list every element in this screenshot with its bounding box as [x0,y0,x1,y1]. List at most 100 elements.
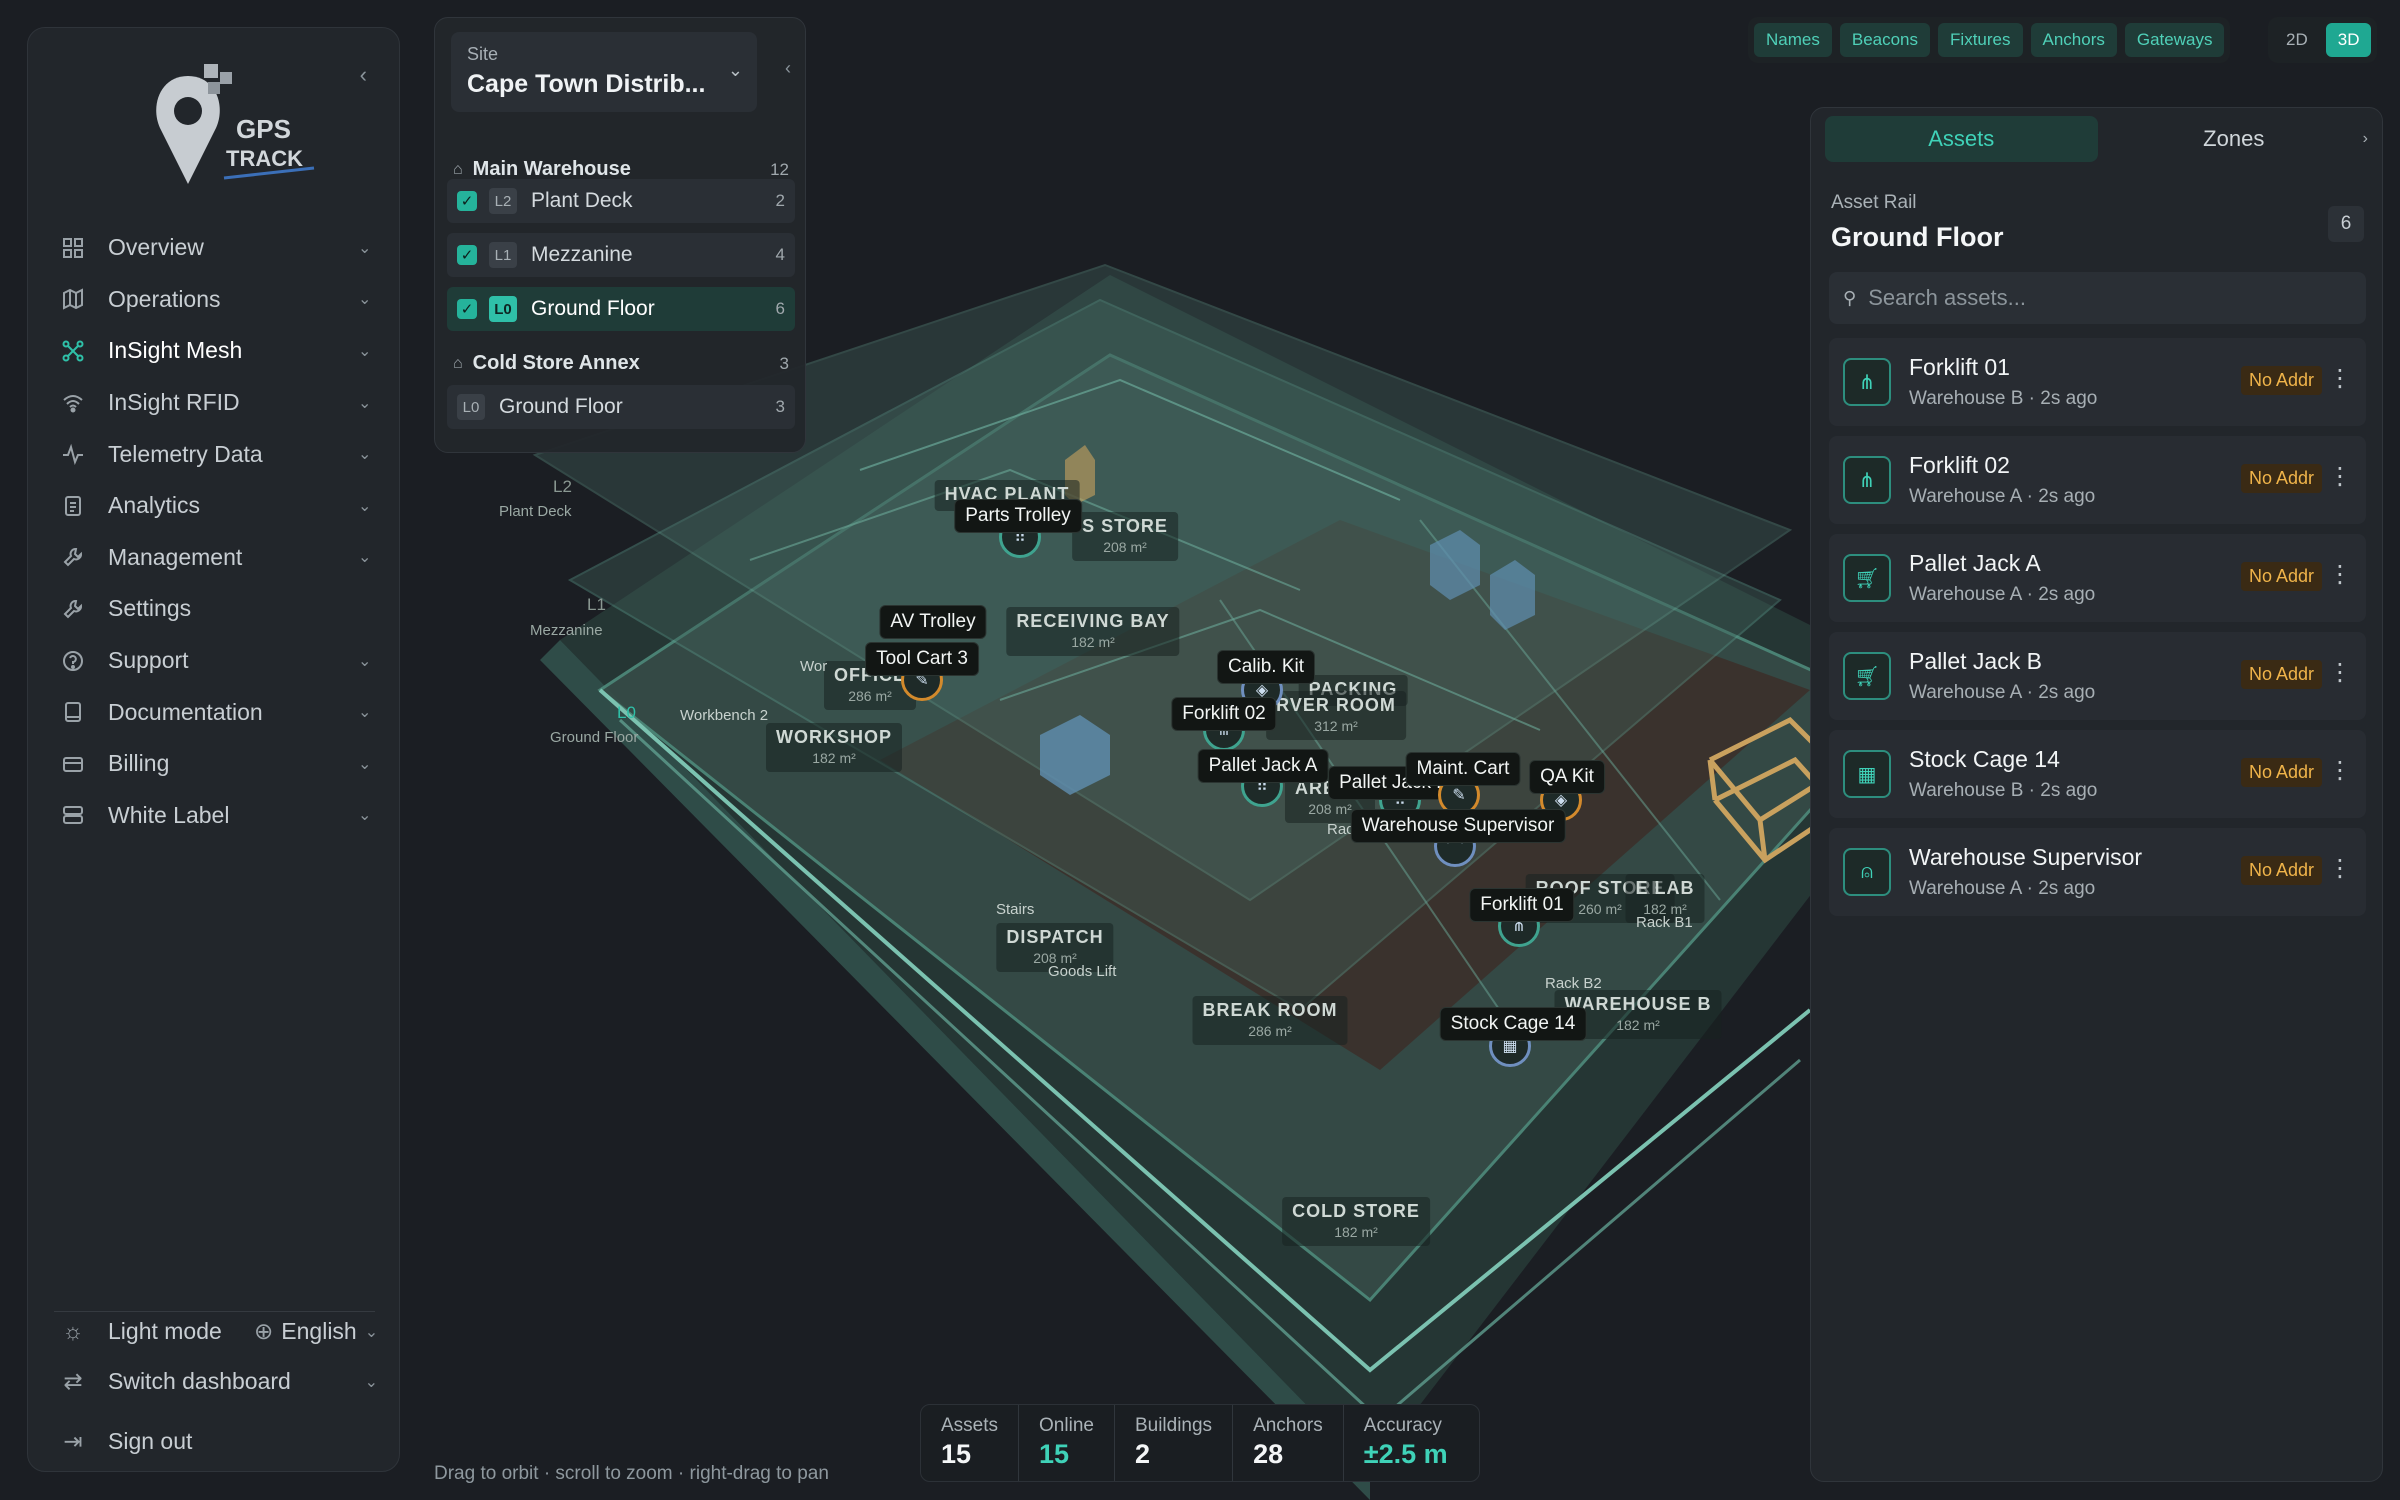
rail-kicker: Asset Rail [1831,192,1917,213]
chevron-down-icon: ⌄ [358,291,372,309]
toggle-gateways[interactable]: Gateways [2124,23,2225,57]
stat-label: Online [1039,1415,1094,1436]
asset-name: Pallet Jack B [1909,648,2042,674]
tab-assets[interactable]: Assets [1825,116,2098,162]
tab-zones[interactable]: Zones [2098,116,2371,162]
checkbox-checked-icon[interactable]: ✓ [457,191,477,211]
building-cold-store-annex[interactable]: ⌂ Cold Store Annex 3 [453,352,789,375]
asset-tag[interactable]: Parts Trolley [954,499,1082,533]
sidebar-item-documentation[interactable]: Documentation ⌄ [58,686,378,738]
search-input[interactable] [1868,285,2349,311]
asset-tag[interactable]: Warehouse Supervisor [1350,809,1566,843]
layer-toggles: Names Beacons Fixtures Anchors Gateways [1748,17,2231,63]
checkbox-checked-icon[interactable]: ✓ [457,299,477,319]
asset-tag[interactable]: Tool Cart 3 [865,642,979,676]
floor-row-active[interactable]: ✓ L0 Ground Floor 6 [447,287,795,331]
zone-label[interactable]: WORKSHOP 182 m² [766,723,902,772]
site-panel-collapse-icon[interactable]: ‹ [785,58,791,79]
globe-icon: ⊕ [254,1318,274,1344]
zone-label[interactable]: RECEIVING BAY 182 m² [1006,607,1180,656]
stat-label: Buildings [1134,1415,1213,1436]
asset-card[interactable]: 🛒︎ Pallet Jack A Warehouse A · 2s ago No… [1829,534,2366,622]
sidebar-item-billing[interactable]: Billing ⌄ [58,738,378,790]
floor-row[interactable]: L0 Ground Floor 3 [447,385,795,429]
sidebar-collapse-icon[interactable]: ‹ [360,62,367,88]
more-icon[interactable]: ⋮ [2328,462,2352,491]
wrench-icon [58,594,88,624]
floor-count: 3 [775,397,785,416]
asset-search: ⚲ [1829,272,2366,324]
checkbox-checked-icon[interactable]: ✓ [457,245,477,265]
navigation-hint: Drag to orbit · scroll to zoom · right-d… [434,1463,829,1484]
toggle-anchors[interactable]: Anchors [2030,23,2117,57]
sidebar-item-support[interactable]: Support ⌄ [58,635,378,687]
chevron-right-icon[interactable]: › [2363,130,2368,148]
view-2d-button[interactable]: 2D [2274,23,2320,57]
sidebar-item-insight-mesh[interactable]: InSight Mesh ⌄ [58,325,378,377]
sidebar-item-insight-rfid[interactable]: InSight RFID ⌄ [58,377,378,429]
sidebar-item-overview[interactable]: Overview ⌄ [58,222,378,274]
light-mode-toggle[interactable]: ☼ Light mode [58,1318,221,1345]
site-select[interactable]: Site Cape Town Distrib... ⌄ [451,32,757,112]
asset-tag[interactable]: Calib. Kit [1216,650,1316,684]
sidebar-item-settings[interactable]: Settings [58,583,378,635]
floor-row[interactable]: ✓ L2 Plant Deck 2 [447,179,795,223]
more-icon[interactable]: ⋮ [2328,560,2352,589]
more-icon[interactable]: ⋮ [2328,364,2352,393]
chevron-down-icon: ⌄ [358,704,372,722]
sidebar-item-management[interactable]: Management ⌄ [58,532,378,584]
toggle-fixtures[interactable]: Fixtures [1938,23,2023,57]
asset-tag[interactable]: AV Trolley [879,605,987,639]
sign-out-label: Sign out [108,1428,193,1454]
switch-dashboard-button[interactable]: ⇄ Switch dashboard ⌄ [58,1368,378,1395]
level-badge: L0 [489,296,517,322]
site-value: Cape Town Distrib... [467,70,706,98]
sidebar-item-operations[interactable]: Operations ⌄ [58,274,378,326]
asset-tag[interactable]: QA Kit [1529,760,1605,794]
asset-card[interactable]: ⋔ Forklift 01 Warehouse B · 2s ago No Ad… [1829,338,2366,426]
asset-card[interactable]: ⋔ Forklift 02 Warehouse A · 2s ago No Ad… [1829,436,2366,524]
toggle-beacons[interactable]: Beacons [1839,23,1931,57]
asset-tag[interactable]: Stock Cage 14 [1439,1007,1587,1041]
site-panel: Site Cape Town Distrib... ⌄ ‹ ⌂ Main Ware… [434,17,806,453]
language-select[interactable]: ⊕ English ⌄ [254,1318,378,1345]
status-badge: No Addr [2240,660,2322,689]
sidebar-item-analytics[interactable]: Analytics ⌄ [58,480,378,532]
sidebar-item-telemetry-data[interactable]: Telemetry Data ⌄ [58,428,378,480]
sign-out-button[interactable]: ⇥ Sign out [58,1428,192,1455]
building-main-warehouse[interactable]: ⌂ Main Warehouse 12 [453,158,789,181]
sidebar-item-label: InSight RFID [108,389,240,416]
sidebar-item-white-label[interactable]: White Label ⌄ [58,790,378,842]
zone-label[interactable]: COLD STORE 182 m² [1282,1197,1430,1246]
level-name-l2: Plant Deck [499,503,572,520]
card-icon [58,749,88,779]
stat-assets: Assets 15 [921,1405,1020,1481]
zone-label[interactable]: RVER ROOM 312 m² [1266,691,1406,740]
asset-card[interactable]: 🛒︎ Pallet Jack B Warehouse A · 2s ago No… [1829,632,2366,720]
forklift-icon: ⋔ [1843,456,1891,504]
stat-label: Anchors [1253,1415,1323,1436]
toggle-names[interactable]: Names [1754,23,1832,57]
asset-name: Pallet Jack A [1909,550,2041,576]
report-icon [58,491,88,521]
asset-tag[interactable]: Pallet Jack A [1197,749,1329,783]
building-count: 12 [770,159,789,179]
cage-icon: ▦ [1843,750,1891,798]
zone-label[interactable]: BREAK ROOM 286 m² [1192,996,1348,1045]
more-icon[interactable]: ⋮ [2328,658,2352,687]
more-icon[interactable]: ⋮ [2328,756,2352,785]
asset-card[interactable]: ⍝ Warehouse Supervisor Warehouse A · 2s … [1829,828,2366,916]
zone-label[interactable]: S STORE 208 m² [1072,512,1178,561]
gps-track-logo[interactable]: GPS TRACK [138,56,328,196]
sidebar-divider [54,1311,375,1312]
asset-card[interactable]: ▦ Stock Cage 14 Warehouse B · 2s ago No … [1829,730,2366,818]
more-icon[interactable]: ⋮ [2328,854,2352,883]
asset-tag[interactable]: Forklift 01 [1469,888,1575,922]
asset-tag[interactable]: Forklift 02 [1171,697,1277,731]
view-3d-button[interactable]: 3D [2325,23,2372,57]
floor-row[interactable]: ✓ L1 Mezzanine 4 [447,233,795,277]
chevron-down-icon: ⌄ [358,394,372,412]
asset-tag[interactable]: Maint. Cart [1405,752,1521,786]
floor-count: 2 [775,191,785,210]
logo-text-gps: GPS [236,114,291,144]
